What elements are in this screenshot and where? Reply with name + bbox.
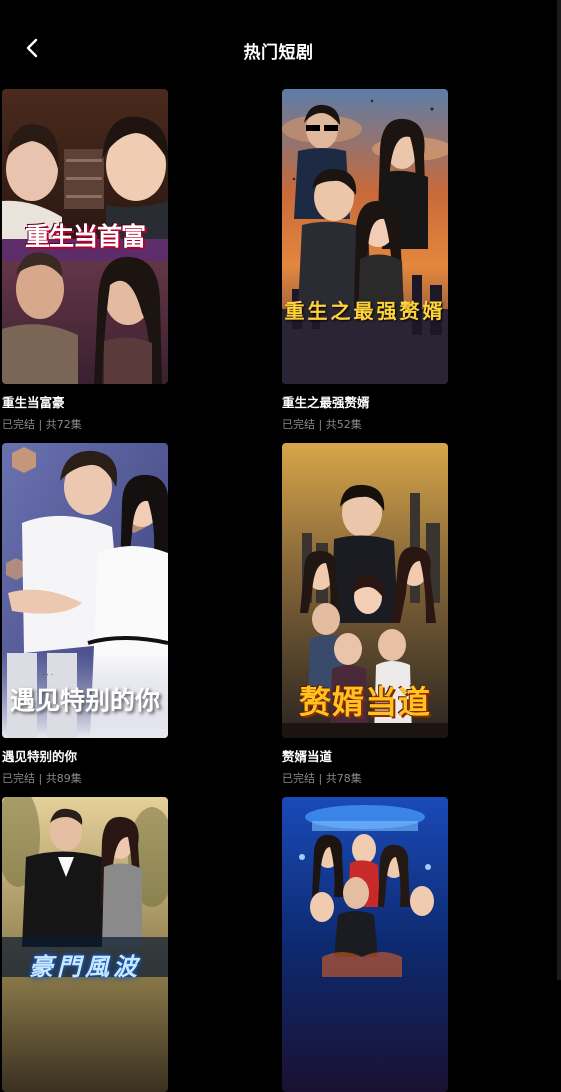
drama-poster[interactable]: 赘婿当道 — [282, 443, 448, 738]
drama-card[interactable] — [282, 797, 448, 1092]
drama-title[interactable]: 重生之最强赘婿 — [282, 392, 448, 411]
drama-card[interactable]: 重生之最强赘婿 重生之最强赘婿 已完结 | 共52集 — [282, 89, 448, 432]
drama-poster[interactable]: · · · 遇见特别的你 — [2, 443, 168, 738]
poster-text: 重生之最强赘婿 — [284, 299, 446, 323]
drama-title[interactable]: 遇见特别的你 — [2, 746, 168, 765]
poster-text: 重生当首富 — [24, 222, 146, 251]
drama-title[interactable]: 赘婿当道 — [282, 746, 448, 765]
drama-poster[interactable]: 重生当首富 — [2, 89, 168, 384]
drama-card[interactable]: 重生当首富 重生当富豪 已完结 | 共72集 — [2, 89, 168, 432]
drama-meta: 已完结 | 共52集 — [282, 418, 362, 431]
drama-title[interactable]: 重生当富豪 — [2, 392, 168, 411]
poster-subtitle-decoration: · · · — [42, 671, 54, 679]
poster-text: 遇见特别的你 — [9, 686, 160, 715]
drama-meta: 已完结 | 共72集 — [2, 418, 82, 431]
drama-meta: 已完结 | 共78集 — [282, 772, 362, 785]
top-bar: 热门短剧 — [0, 0, 557, 90]
drama-card[interactable]: · · · 遇见特别的你 遇见特别的你 已完结 | 共89集 — [2, 443, 168, 786]
poster-text: 赘婿当道 — [298, 683, 431, 721]
poster-text: 豪門風波 — [29, 952, 141, 981]
drama-card[interactable]: 赘婿当道 赘婿当道 已完结 | 共78集 — [282, 443, 448, 786]
drama-poster[interactable]: 重生之最强赘婿 — [282, 89, 448, 384]
page-title: 热门短剧 — [243, 43, 314, 63]
drama-meta: 已完结 | 共89集 — [2, 772, 82, 785]
drama-card[interactable]: 豪門風波 — [2, 797, 168, 1092]
scroll-edge — [557, 0, 561, 980]
drama-poster[interactable] — [282, 797, 448, 1092]
drama-poster[interactable]: 豪門風波 — [2, 797, 168, 1092]
